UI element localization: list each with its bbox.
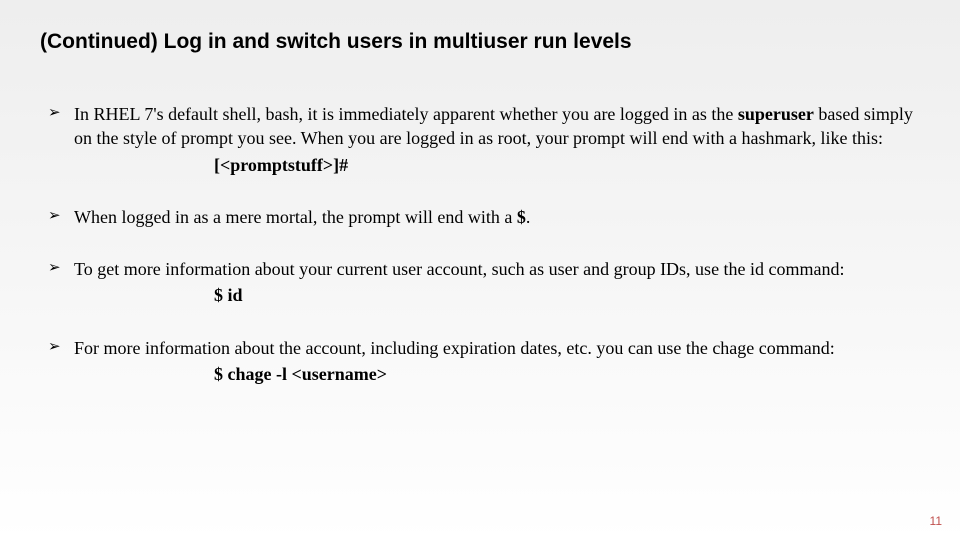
bullet-text-pre: When logged in as a mere mortal, the pro… bbox=[74, 207, 517, 227]
bullet-text-post: . bbox=[526, 207, 531, 227]
bullet-text-bold: superuser bbox=[738, 104, 814, 124]
bullet-item: To get more information about your curre… bbox=[48, 257, 920, 308]
bullet-text-pre: For more information about the account, … bbox=[74, 338, 835, 358]
bullet-item: When logged in as a mere mortal, the pro… bbox=[48, 205, 920, 229]
slide-container: (Continued) Log in and switch users in m… bbox=[0, 0, 960, 434]
bullet-text-bold: $ bbox=[517, 207, 526, 227]
bullet-text-pre: To get more information about your curre… bbox=[74, 259, 845, 279]
bullet-item: For more information about the account, … bbox=[48, 336, 920, 387]
bullet-indent: $ id bbox=[74, 283, 920, 307]
bullet-indent: $ chage -l <username> bbox=[74, 362, 920, 386]
bullet-list: In RHEL 7's default shell, bash, it is i… bbox=[40, 102, 920, 386]
page-number: 11 bbox=[930, 514, 942, 528]
slide-title: (Continued) Log in and switch users in m… bbox=[40, 30, 920, 54]
bullet-indent: [<promptstuff>]# bbox=[74, 153, 920, 177]
bullet-item: In RHEL 7's default shell, bash, it is i… bbox=[48, 102, 920, 177]
bullet-text-pre: In RHEL 7's default shell, bash, it is i… bbox=[74, 104, 738, 124]
